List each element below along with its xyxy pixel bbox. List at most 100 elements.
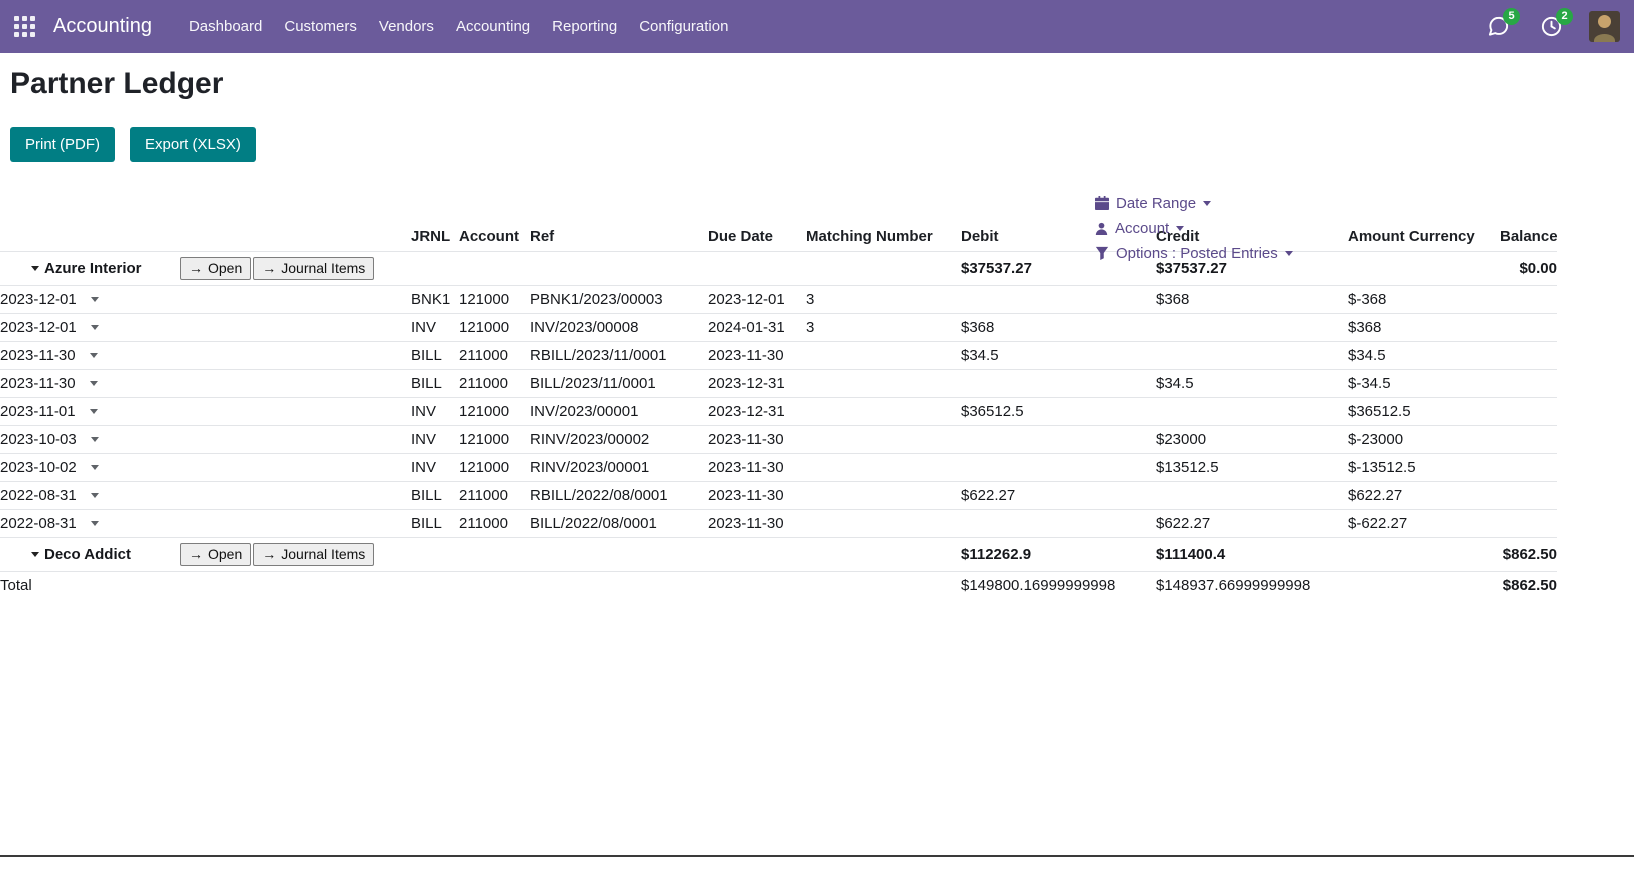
filter-options-label: Options : Posted Entries — [1116, 245, 1278, 262]
line-matching — [806, 482, 961, 510]
line-matching — [806, 398, 961, 426]
print-pdf-button[interactable]: Print (PDF) — [10, 127, 115, 162]
col-account: Account — [459, 222, 530, 252]
line-account: 121000 — [459, 426, 530, 454]
filter-account[interactable]: Account — [1095, 217, 1293, 239]
line-debit — [961, 426, 1156, 454]
ledger-line-row: 2023-12-01 INV 121000 INV/2023/00008 202… — [0, 314, 1557, 342]
partner-group-row: Deco Addict Open Journal Items $112262.9… — [0, 538, 1557, 572]
apps-grid-icon[interactable] — [14, 16, 35, 37]
chevron-down-icon[interactable] — [91, 325, 99, 330]
line-credit: $368 — [1156, 286, 1348, 314]
ledger-line-row: 2022-08-31 BILL 211000 BILL/2022/08/0001… — [0, 510, 1557, 538]
partner-name[interactable]: Deco Addict — [44, 546, 180, 563]
activities-clock-icon[interactable]: 2 — [1540, 15, 1563, 38]
ledger-line-row: 2023-10-03 INV 121000 RINV/2023/00002 20… — [0, 426, 1557, 454]
group-balance: $0.00 — [1500, 252, 1557, 286]
open-button[interactable]: Open — [180, 257, 251, 280]
line-due-date: 2023-11-30 — [708, 482, 806, 510]
chevron-down-icon[interactable] — [90, 381, 98, 386]
app-brand[interactable]: Accounting — [53, 15, 152, 38]
chevron-down-icon[interactable] — [91, 437, 99, 442]
user-avatar[interactable] — [1589, 11, 1620, 42]
line-balance — [1500, 510, 1557, 538]
line-credit — [1156, 398, 1348, 426]
line-jrnl: INV — [411, 454, 459, 482]
line-matching — [806, 370, 961, 398]
chevron-down-icon[interactable] — [91, 465, 99, 470]
export-xlsx-button[interactable]: Export (XLSX) — [130, 127, 256, 162]
line-due-date: 2023-11-30 — [708, 426, 806, 454]
ledger-line-row: 2023-11-30 BILL 211000 BILL/2023/11/0001… — [0, 370, 1557, 398]
line-balance — [1500, 342, 1557, 370]
ledger-line-row: 2023-11-30 BILL 211000 RBILL/2023/11/000… — [0, 342, 1557, 370]
line-account: 211000 — [459, 370, 530, 398]
line-ref: RBILL/2023/11/0001 — [530, 342, 708, 370]
line-credit: $13512.5 — [1156, 454, 1348, 482]
line-balance — [1500, 286, 1557, 314]
line-debit: $368 — [961, 314, 1156, 342]
journal-items-button[interactable]: Journal Items — [253, 257, 374, 280]
messages-badge: 5 — [1503, 8, 1520, 25]
line-balance — [1500, 454, 1557, 482]
line-account: 211000 — [459, 342, 530, 370]
chevron-down-icon[interactable] — [31, 552, 39, 557]
ledger-line-row: 2023-10-02 INV 121000 RINV/2023/00001 20… — [0, 454, 1557, 482]
partner-name[interactable]: Azure Interior — [44, 260, 180, 277]
line-credit: $622.27 — [1156, 510, 1348, 538]
line-due-date: 2023-11-30 — [708, 342, 806, 370]
chevron-down-icon[interactable] — [90, 409, 98, 414]
chevron-down-icon[interactable] — [91, 493, 99, 498]
line-due-date: 2023-11-30 — [708, 510, 806, 538]
chevron-down-icon — [1203, 201, 1211, 206]
arrow-right-icon — [262, 260, 276, 276]
filter-options[interactable]: Options : Posted Entries — [1095, 242, 1293, 264]
chevron-down-icon[interactable] — [90, 353, 98, 358]
partner-group-row: Azure Interior Open Journal Items $37537… — [0, 252, 1557, 286]
chevron-down-icon — [1285, 251, 1293, 256]
col-ref: Ref — [530, 222, 708, 252]
line-date: 2023-11-01 — [0, 403, 76, 420]
line-debit: $622.27 — [961, 482, 1156, 510]
line-debit — [961, 454, 1156, 482]
chevron-down-icon[interactable] — [91, 297, 99, 302]
calendar-icon — [1095, 196, 1109, 210]
line-credit — [1156, 342, 1348, 370]
group-debit: $112262.9 — [961, 538, 1156, 572]
line-jrnl: INV — [411, 314, 459, 342]
line-debit: $36512.5 — [961, 398, 1156, 426]
line-amount-currency: $-13512.5 — [1348, 454, 1500, 482]
line-amount-currency: $-622.27 — [1348, 510, 1500, 538]
menu-customers[interactable]: Customers — [273, 0, 368, 53]
report-page: Partner Ledger Print (PDF) Export (XLSX)… — [0, 67, 1634, 599]
line-account: 121000 — [459, 314, 530, 342]
line-ref: RINV/2023/00002 — [530, 426, 708, 454]
menu-vendors[interactable]: Vendors — [368, 0, 445, 53]
line-matching — [806, 342, 961, 370]
line-ref: BILL/2022/08/0001 — [530, 510, 708, 538]
line-debit — [961, 370, 1156, 398]
messages-icon[interactable]: 5 — [1487, 15, 1510, 38]
menu-accounting[interactable]: Accounting — [445, 0, 541, 53]
journal-items-button[interactable]: Journal Items — [253, 543, 374, 566]
menu-configuration[interactable]: Configuration — [628, 0, 739, 53]
open-button[interactable]: Open — [180, 543, 251, 566]
chevron-down-icon[interactable] — [31, 266, 39, 271]
line-debit: $34.5 — [961, 342, 1156, 370]
group-balance: $862.50 — [1500, 538, 1557, 572]
main-menu: Dashboard Customers Vendors Accounting R… — [178, 0, 739, 53]
report-end-divider — [0, 855, 1634, 857]
line-matching: 3 — [806, 286, 961, 314]
menu-dashboard[interactable]: Dashboard — [178, 0, 273, 53]
chevron-down-icon[interactable] — [91, 521, 99, 526]
activities-badge: 2 — [1556, 8, 1573, 25]
menu-reporting[interactable]: Reporting — [541, 0, 628, 53]
line-balance — [1500, 370, 1557, 398]
line-ref: RINV/2023/00001 — [530, 454, 708, 482]
line-due-date: 2024-01-31 — [708, 314, 806, 342]
filter-date-range[interactable]: Date Range — [1095, 192, 1293, 214]
line-due-date: 2023-11-30 — [708, 454, 806, 482]
line-credit — [1156, 482, 1348, 510]
line-date: 2023-10-03 — [0, 431, 77, 448]
line-date: 2022-08-31 — [0, 515, 77, 532]
